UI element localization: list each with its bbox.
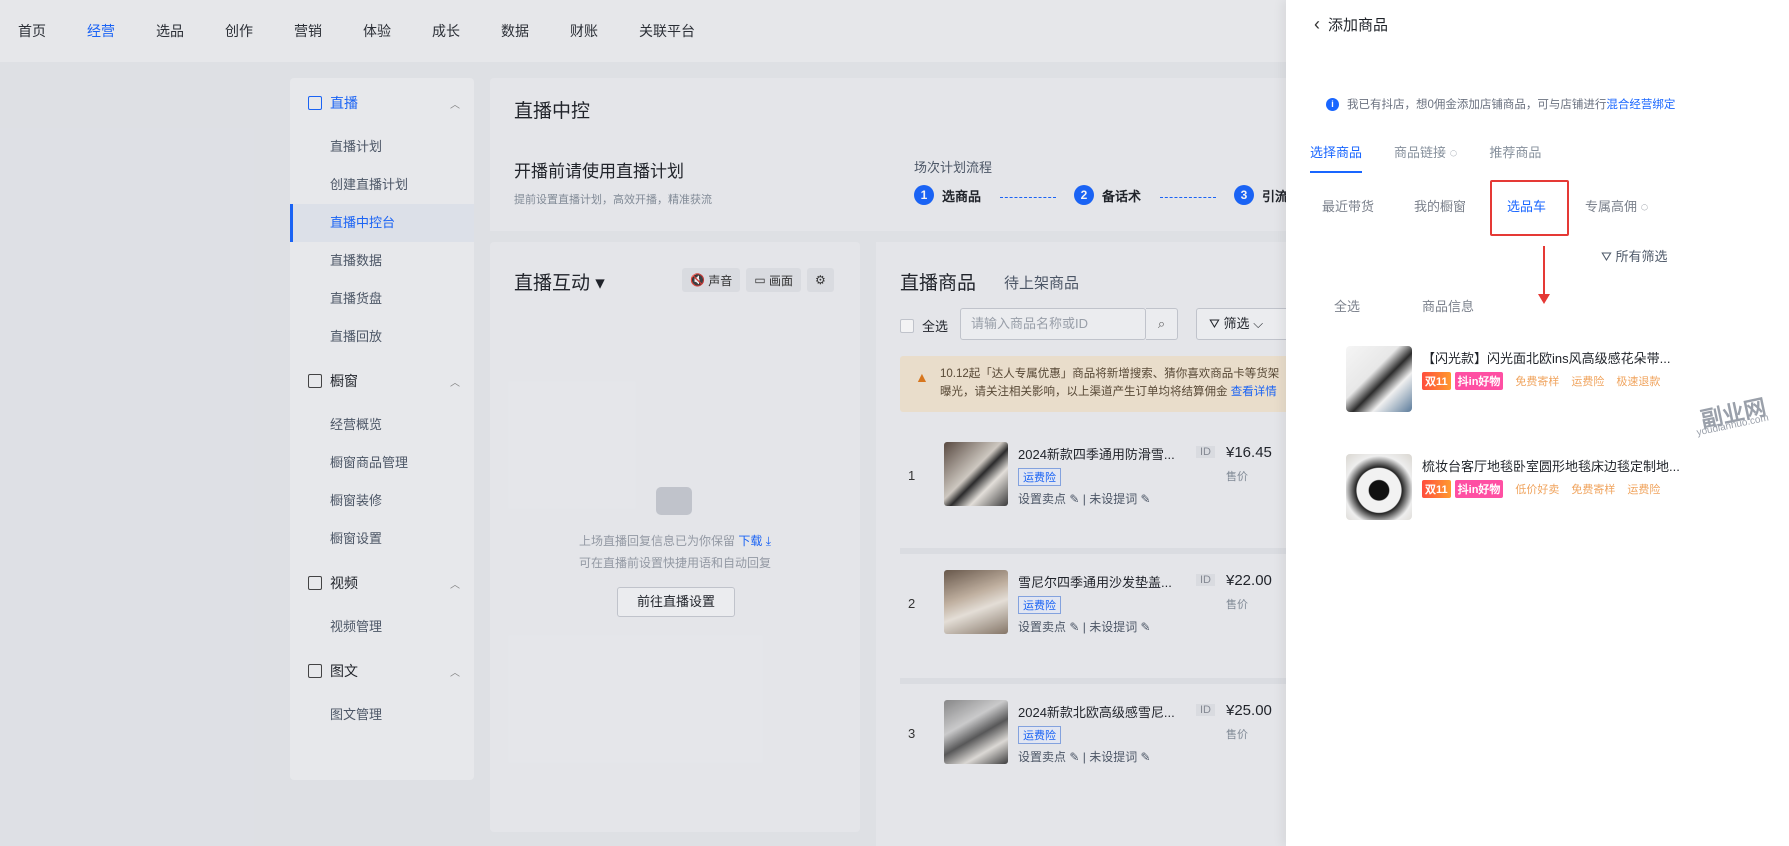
bind-link[interactable]: 混合经营绑定: [1606, 96, 1675, 112]
all-filters-button[interactable]: ⛛ 所有筛选: [1601, 246, 1668, 265]
red-arrow-head: [1538, 294, 1550, 304]
service-tag: 免费寄样: [1515, 376, 1560, 388]
service-tag: 运费险: [1571, 376, 1605, 388]
info-icon: i: [1326, 97, 1339, 111]
modal-mask[interactable]: [0, 0, 1286, 846]
list-header-select-all[interactable]: 全选: [1334, 296, 1360, 315]
douin-goods-badge: 抖in好物: [1454, 480, 1504, 498]
highlight-box: [1490, 180, 1569, 236]
tab-goods-link-label: 商品链接: [1394, 145, 1447, 160]
double11-badge: 双11: [1422, 480, 1451, 498]
tab-recommend[interactable]: 推荐商品: [1489, 142, 1541, 173]
info-text: 我已有抖店，想0佣金添加店铺商品，可与店铺进行: [1347, 99, 1607, 111]
info-line: i 我已有抖店，想0佣金添加店铺商品，可与店铺进行 混合经营绑定: [1326, 96, 1675, 112]
service-tag: 免费寄样: [1571, 484, 1616, 496]
subtab-my-window[interactable]: 我的橱窗: [1414, 196, 1466, 215]
subtab-exclusive-label: 专属高佣: [1585, 199, 1638, 214]
help-icon: ◌: [1449, 145, 1458, 160]
product-badges: 双11 抖in好物 免费寄样 运费险 极速退款: [1422, 372, 1660, 390]
help-icon: ◌: [1640, 199, 1649, 214]
back-arrow-icon[interactable]: ‹: [1314, 14, 1320, 35]
drawer-header[interactable]: ‹ 添加商品: [1314, 14, 1388, 35]
product-thumbnail[interactable]: [1346, 454, 1412, 520]
list-item[interactable]: 梳妆台客厅地毯卧室圆形地毯床边毯定制地... 双11 抖in好物 低价好卖 免费…: [1346, 454, 1786, 526]
drawer-title: 添加商品: [1328, 17, 1389, 34]
red-arrow-shaft: [1543, 246, 1545, 298]
product-title[interactable]: 【闪光款】闪光面北欧ins风高级感花朵带...: [1422, 348, 1712, 367]
drawer-main-tabs: 选择商品 商品链接 ◌ 推荐商品: [1310, 142, 1573, 173]
all-filters-label: 所有筛选: [1615, 249, 1668, 264]
tab-select-goods[interactable]: 选择商品: [1310, 142, 1363, 173]
service-tag: 低价好卖: [1515, 484, 1560, 496]
product-badges: 双11 抖in好物 低价好卖 免费寄样 运费险: [1422, 480, 1660, 498]
filter-icon: ⛛: [1601, 249, 1612, 264]
tab-goods-link[interactable]: 商品链接 ◌: [1394, 142, 1457, 173]
subtab-exclusive-high-commission[interactable]: 专属高佣 ◌: [1585, 196, 1648, 215]
double11-badge: 双11: [1422, 372, 1451, 390]
product-thumbnail[interactable]: [1346, 346, 1412, 412]
list-header-goods-info: 商品信息: [1422, 299, 1475, 314]
service-tag: 极速退款: [1616, 376, 1661, 388]
douin-goods-badge: 抖in好物: [1454, 372, 1504, 390]
product-title[interactable]: 梳妆台客厅地毯卧室圆形地毯床边毯定制地...: [1422, 456, 1712, 475]
subtab-recent[interactable]: 最近带货: [1322, 196, 1374, 215]
service-tag: 运费险: [1627, 484, 1661, 496]
